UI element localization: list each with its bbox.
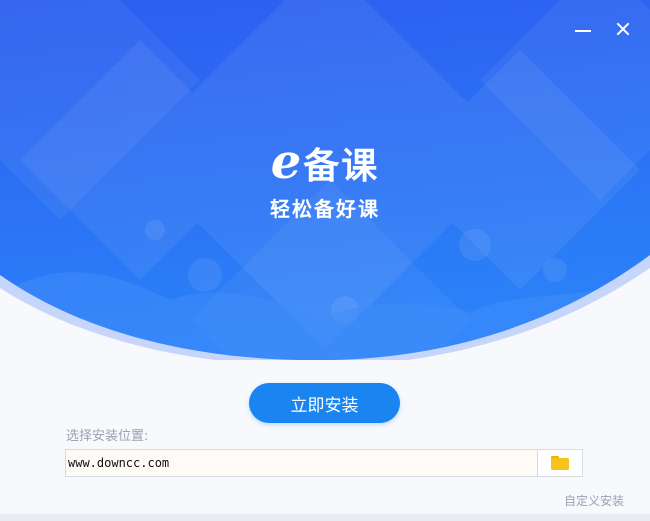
window-controls: [574, 20, 632, 38]
minimize-icon: [575, 30, 591, 32]
installer-window: e 备课 轻松备好课 立即安装 选择安装位置: 自定义安装: [0, 0, 650, 521]
product-logo: e 备课 轻松备好课: [0, 138, 650, 222]
slogan: 轻松备好课: [270, 197, 380, 221]
hero-banner: e 备课 轻松备好课: [0, 0, 650, 360]
install-location-label: 选择安装位置:: [66, 429, 149, 444]
close-button[interactable]: [614, 20, 632, 38]
bottom-edge: [0, 514, 650, 521]
install-path-input[interactable]: [66, 450, 538, 476]
folder-icon: [551, 456, 569, 470]
minimize-button[interactable]: [574, 20, 592, 38]
install-path-field: [65, 449, 583, 477]
browse-folder-button[interactable]: [537, 450, 582, 476]
custom-install-link[interactable]: 自定义安装: [564, 492, 624, 509]
logo-name: 备课: [303, 146, 380, 187]
install-now-button[interactable]: 立即安装: [249, 383, 400, 423]
logo-prefix: e: [270, 134, 302, 190]
